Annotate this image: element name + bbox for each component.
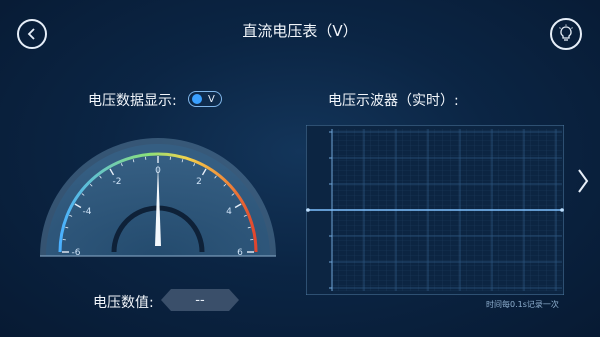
toggle-unit: V	[208, 93, 215, 105]
display-label: 电压数据显示:	[88, 93, 177, 109]
voltage-value: --	[161, 289, 239, 311]
signal-end-dot	[560, 208, 564, 212]
signal-start-dot	[306, 208, 310, 212]
page-title: 直流电压表（V）	[242, 22, 358, 40]
gauge-tick-label: 2	[196, 177, 202, 187]
sample-note: 时间每0.1s记录一次	[486, 300, 559, 309]
unit-toggle[interactable]: V	[188, 91, 222, 107]
gauge-tick-label: -2	[113, 177, 122, 187]
lightbulb-icon	[559, 24, 573, 41]
value-label: 电压数值:	[93, 295, 154, 311]
gauge-base	[40, 255, 276, 257]
voltage-gauge: -6-4-20246	[40, 138, 276, 258]
gauge-tick-label: 4	[226, 207, 232, 217]
gauge-tick-label: -4	[82, 207, 91, 217]
oscilloscope-plot	[306, 125, 564, 295]
light-button[interactable]	[550, 18, 582, 50]
next-page-button[interactable]	[576, 168, 590, 194]
toggle-knob	[192, 94, 202, 104]
oscilloscope-title: 电压示波器（实时）:	[328, 93, 459, 109]
chevron-right-icon	[578, 169, 589, 193]
